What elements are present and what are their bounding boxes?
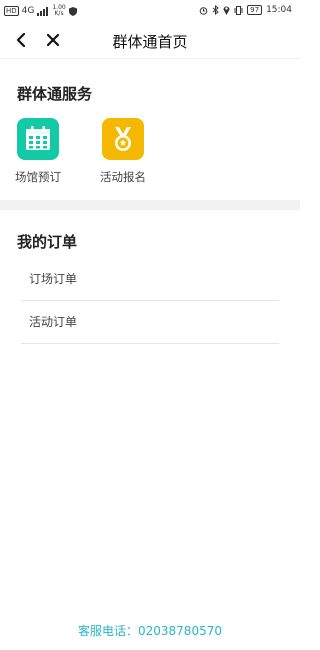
speed-unit: K/s bbox=[54, 10, 64, 17]
signal-icon bbox=[37, 6, 49, 16]
bluetooth-icon bbox=[212, 5, 219, 15]
order-row-event[interactable]: 活动订单 bbox=[21, 301, 279, 344]
status-right: 97 15:04 bbox=[199, 5, 292, 15]
services-title: 群体通服务 bbox=[17, 85, 93, 103]
location-icon bbox=[223, 6, 230, 15]
services-section: 群体通服务 场馆预订 活动报名 bbox=[0, 58, 300, 199]
section-divider bbox=[0, 200, 300, 210]
battery-icon: 97 bbox=[247, 5, 263, 15]
page-title: 群体通首页 bbox=[112, 33, 188, 51]
venue-booking-icon-tile bbox=[17, 118, 59, 160]
event-signup-label: 活动报名 bbox=[100, 170, 146, 184]
customer-service-hotline[interactable]: 客服电话：02038780570 bbox=[0, 622, 300, 639]
venue-booking-button[interactable]: 场馆预订 bbox=[8, 118, 68, 185]
status-bar: HD 4G 1.00 K/s 97 15:04 bbox=[0, 0, 300, 22]
calendar-icon bbox=[26, 126, 50, 150]
order-row-event-label: 活动订单 bbox=[29, 315, 78, 329]
clock-time: 15:04 bbox=[266, 5, 292, 15]
status-left: HD 4G 1.00 K/s bbox=[4, 5, 77, 17]
network-speed: 1.00 K/s bbox=[52, 5, 65, 17]
alarm-icon bbox=[199, 6, 208, 15]
venue-booking-label: 场馆预订 bbox=[15, 170, 61, 184]
order-row-venue-label: 订场订单 bbox=[29, 272, 78, 286]
orders-title: 我的订单 bbox=[17, 233, 78, 251]
network-label: 4G bbox=[21, 6, 35, 16]
nav-bar: 群体通首页 bbox=[0, 22, 300, 58]
order-row-venue[interactable]: 订场订单 bbox=[21, 258, 279, 301]
vibrate-icon bbox=[234, 5, 243, 15]
event-signup-button[interactable]: 活动报名 bbox=[93, 118, 153, 185]
event-signup-icon-tile bbox=[102, 118, 144, 160]
medal-icon bbox=[115, 127, 131, 151]
hd-indicator: HD bbox=[4, 6, 19, 16]
shield-icon bbox=[68, 6, 77, 16]
